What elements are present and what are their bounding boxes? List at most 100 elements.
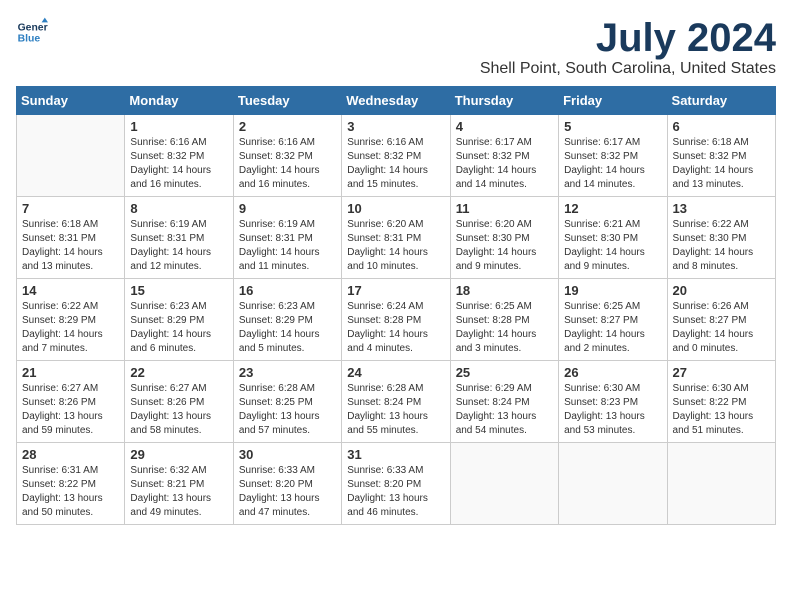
- calendar-cell: 29Sunrise: 6:32 AM Sunset: 8:21 PM Dayli…: [125, 443, 233, 525]
- logo-icon: General Blue: [16, 16, 48, 48]
- day-number: 5: [564, 119, 661, 134]
- calendar-cell: 20 Sunrise: 6:26 AM Sunset: 8:27 PM Dayli…: [667, 279, 775, 361]
- calendar-cell: 9 Sunrise: 6:19 AM Sunset: 8:31 PM Daylig…: [233, 197, 341, 279]
- day-info: Sunrise: 6:23 AM Sunset: 8:29 PM Dayligh…: [130, 300, 227, 356]
- day-number: 6: [673, 119, 770, 134]
- calendar-cell: [667, 443, 775, 525]
- day-number: 21: [22, 365, 119, 380]
- calendar-cell: 28Sunrise: 6:31 AM Sunset: 8:22 PM Dayli…: [17, 443, 125, 525]
- calendar-cell: [450, 443, 558, 525]
- day-info: Sunrise: 6:24 AM Sunset: 8:28 PM Dayligh…: [347, 300, 444, 356]
- calendar-cell: 11 Sunrise: 6:20 AM Sunset: 8:30 PM Dayli…: [450, 197, 558, 279]
- page-header: General Blue July 2024 Shell Point, Sout…: [16, 16, 776, 78]
- day-info: Sunrise: 6:25 AM Sunset: 8:27 PM Dayligh…: [564, 300, 661, 356]
- day-number: 28: [22, 447, 119, 462]
- calendar-week-5: 28Sunrise: 6:31 AM Sunset: 8:22 PM Dayli…: [17, 443, 776, 525]
- day-info: Sunrise: 6:17 AM Sunset: 8:32 PM Dayligh…: [564, 136, 661, 192]
- calendar-cell: 16Sunrise: 6:23 AM Sunset: 8:29 PM Dayli…: [233, 279, 341, 361]
- day-info: Sunrise: 6:19 AM Sunset: 8:31 PM Dayligh…: [239, 218, 336, 274]
- calendar-cell: 15 Sunrise: 6:23 AM Sunset: 8:29 PM Dayli…: [125, 279, 233, 361]
- day-number: 4: [456, 119, 553, 134]
- day-number: 20: [673, 283, 770, 298]
- weekday-header-friday: Friday: [559, 87, 667, 115]
- calendar-cell: 8 Sunrise: 6:19 AM Sunset: 8:31 PM Daylig…: [125, 197, 233, 279]
- calendar-cell: 7Sunrise: 6:18 AM Sunset: 8:31 PM Daylig…: [17, 197, 125, 279]
- day-info: Sunrise: 6:33 AM Sunset: 8:20 PM Dayligh…: [239, 464, 336, 520]
- day-number: 11: [456, 201, 553, 216]
- weekday-header-sunday: Sunday: [17, 87, 125, 115]
- day-number: 15: [130, 283, 227, 298]
- day-info: Sunrise: 6:33 AM Sunset: 8:20 PM Dayligh…: [347, 464, 444, 520]
- title-area: July 2024 Shell Point, South Carolina, U…: [480, 16, 776, 78]
- day-number: 7: [22, 201, 119, 216]
- day-info: Sunrise: 6:16 AM Sunset: 8:32 PM Dayligh…: [239, 136, 336, 192]
- day-number: 8: [130, 201, 227, 216]
- day-info: Sunrise: 6:22 AM Sunset: 8:29 PM Dayligh…: [22, 300, 119, 356]
- day-info: Sunrise: 6:25 AM Sunset: 8:28 PM Dayligh…: [456, 300, 553, 356]
- day-number: 22: [130, 365, 227, 380]
- calendar-cell: 3 Sunrise: 6:16 AM Sunset: 8:32 PM Daylig…: [342, 115, 450, 197]
- day-info: Sunrise: 6:20 AM Sunset: 8:30 PM Dayligh…: [456, 218, 553, 274]
- day-info: Sunrise: 6:20 AM Sunset: 8:31 PM Dayligh…: [347, 218, 444, 274]
- day-number: 13: [673, 201, 770, 216]
- day-number: 27: [673, 365, 770, 380]
- weekday-header-thursday: Thursday: [450, 87, 558, 115]
- calendar-cell: 17 Sunrise: 6:24 AM Sunset: 8:28 PM Dayli…: [342, 279, 450, 361]
- day-number: 25: [456, 365, 553, 380]
- weekday-header-monday: Monday: [125, 87, 233, 115]
- day-info: Sunrise: 6:16 AM Sunset: 8:32 PM Dayligh…: [130, 136, 227, 192]
- day-number: 2: [239, 119, 336, 134]
- day-info: Sunrise: 6:18 AM Sunset: 8:32 PM Dayligh…: [673, 136, 770, 192]
- day-number: 23: [239, 365, 336, 380]
- calendar-cell: 14 Sunrise: 6:22 AM Sunset: 8:29 PM Dayli…: [17, 279, 125, 361]
- day-number: 9: [239, 201, 336, 216]
- day-info: Sunrise: 6:17 AM Sunset: 8:32 PM Dayligh…: [456, 136, 553, 192]
- day-info: Sunrise: 6:28 AM Sunset: 8:24 PM Dayligh…: [347, 382, 444, 438]
- svg-text:General: General: [18, 22, 48, 33]
- day-info: Sunrise: 6:26 AM Sunset: 8:27 PM Dayligh…: [673, 300, 770, 356]
- calendar-cell: 26 Sunrise: 6:30 AM Sunset: 8:23 PM Dayli…: [559, 361, 667, 443]
- calendar-cell: 22Sunrise: 6:27 AM Sunset: 8:26 PM Dayli…: [125, 361, 233, 443]
- calendar-week-2: 7Sunrise: 6:18 AM Sunset: 8:31 PM Daylig…: [17, 197, 776, 279]
- day-info: Sunrise: 6:22 AM Sunset: 8:30 PM Dayligh…: [673, 218, 770, 274]
- weekday-header-saturday: Saturday: [667, 87, 775, 115]
- logo: General Blue: [16, 16, 48, 48]
- svg-text:Blue: Blue: [18, 34, 41, 45]
- calendar-week-4: 21 Sunrise: 6:27 AM Sunset: 8:26 PM Dayli…: [17, 361, 776, 443]
- calendar-cell: 5 Sunrise: 6:17 AM Sunset: 8:32 PM Daylig…: [559, 115, 667, 197]
- calendar-cell: [17, 115, 125, 197]
- calendar-cell: 12 Sunrise: 6:21 AM Sunset: 8:30 PM Dayli…: [559, 197, 667, 279]
- weekday-header-row: SundayMondayTuesdayWednesdayThursdayFrid…: [17, 87, 776, 115]
- day-info: Sunrise: 6:29 AM Sunset: 8:24 PM Dayligh…: [456, 382, 553, 438]
- calendar-cell: 24Sunrise: 6:28 AM Sunset: 8:24 PM Dayli…: [342, 361, 450, 443]
- calendar-cell: [559, 443, 667, 525]
- day-info: Sunrise: 6:19 AM Sunset: 8:31 PM Dayligh…: [130, 218, 227, 274]
- day-info: Sunrise: 6:27 AM Sunset: 8:26 PM Dayligh…: [22, 382, 119, 438]
- day-info: Sunrise: 6:28 AM Sunset: 8:25 PM Dayligh…: [239, 382, 336, 438]
- day-number: 30: [239, 447, 336, 462]
- day-info: Sunrise: 6:16 AM Sunset: 8:32 PM Dayligh…: [347, 136, 444, 192]
- day-number: 19: [564, 283, 661, 298]
- calendar-week-3: 14 Sunrise: 6:22 AM Sunset: 8:29 PM Dayli…: [17, 279, 776, 361]
- day-number: 3: [347, 119, 444, 134]
- day-info: Sunrise: 6:30 AM Sunset: 8:23 PM Dayligh…: [564, 382, 661, 438]
- day-number: 10: [347, 201, 444, 216]
- day-number: 18: [456, 283, 553, 298]
- location-title: Shell Point, South Carolina, United Stat…: [480, 60, 776, 78]
- month-title: July 2024: [480, 16, 776, 60]
- calendar-cell: 23 Sunrise: 6:28 AM Sunset: 8:25 PM Dayli…: [233, 361, 341, 443]
- day-number: 17: [347, 283, 444, 298]
- day-number: 14: [22, 283, 119, 298]
- day-info: Sunrise: 6:21 AM Sunset: 8:30 PM Dayligh…: [564, 218, 661, 274]
- day-number: 26: [564, 365, 661, 380]
- calendar-cell: 25 Sunrise: 6:29 AM Sunset: 8:24 PM Dayli…: [450, 361, 558, 443]
- day-number: 12: [564, 201, 661, 216]
- day-info: Sunrise: 6:30 AM Sunset: 8:22 PM Dayligh…: [673, 382, 770, 438]
- day-info: Sunrise: 6:23 AM Sunset: 8:29 PM Dayligh…: [239, 300, 336, 356]
- calendar-cell: 1Sunrise: 6:16 AM Sunset: 8:32 PM Daylig…: [125, 115, 233, 197]
- calendar-cell: 31Sunrise: 6:33 AM Sunset: 8:20 PM Dayli…: [342, 443, 450, 525]
- calendar-cell: 18 Sunrise: 6:25 AM Sunset: 8:28 PM Dayli…: [450, 279, 558, 361]
- calendar-cell: 13 Sunrise: 6:22 AM Sunset: 8:30 PM Dayli…: [667, 197, 775, 279]
- calendar-cell: 10 Sunrise: 6:20 AM Sunset: 8:31 PM Dayli…: [342, 197, 450, 279]
- day-info: Sunrise: 6:32 AM Sunset: 8:21 PM Dayligh…: [130, 464, 227, 520]
